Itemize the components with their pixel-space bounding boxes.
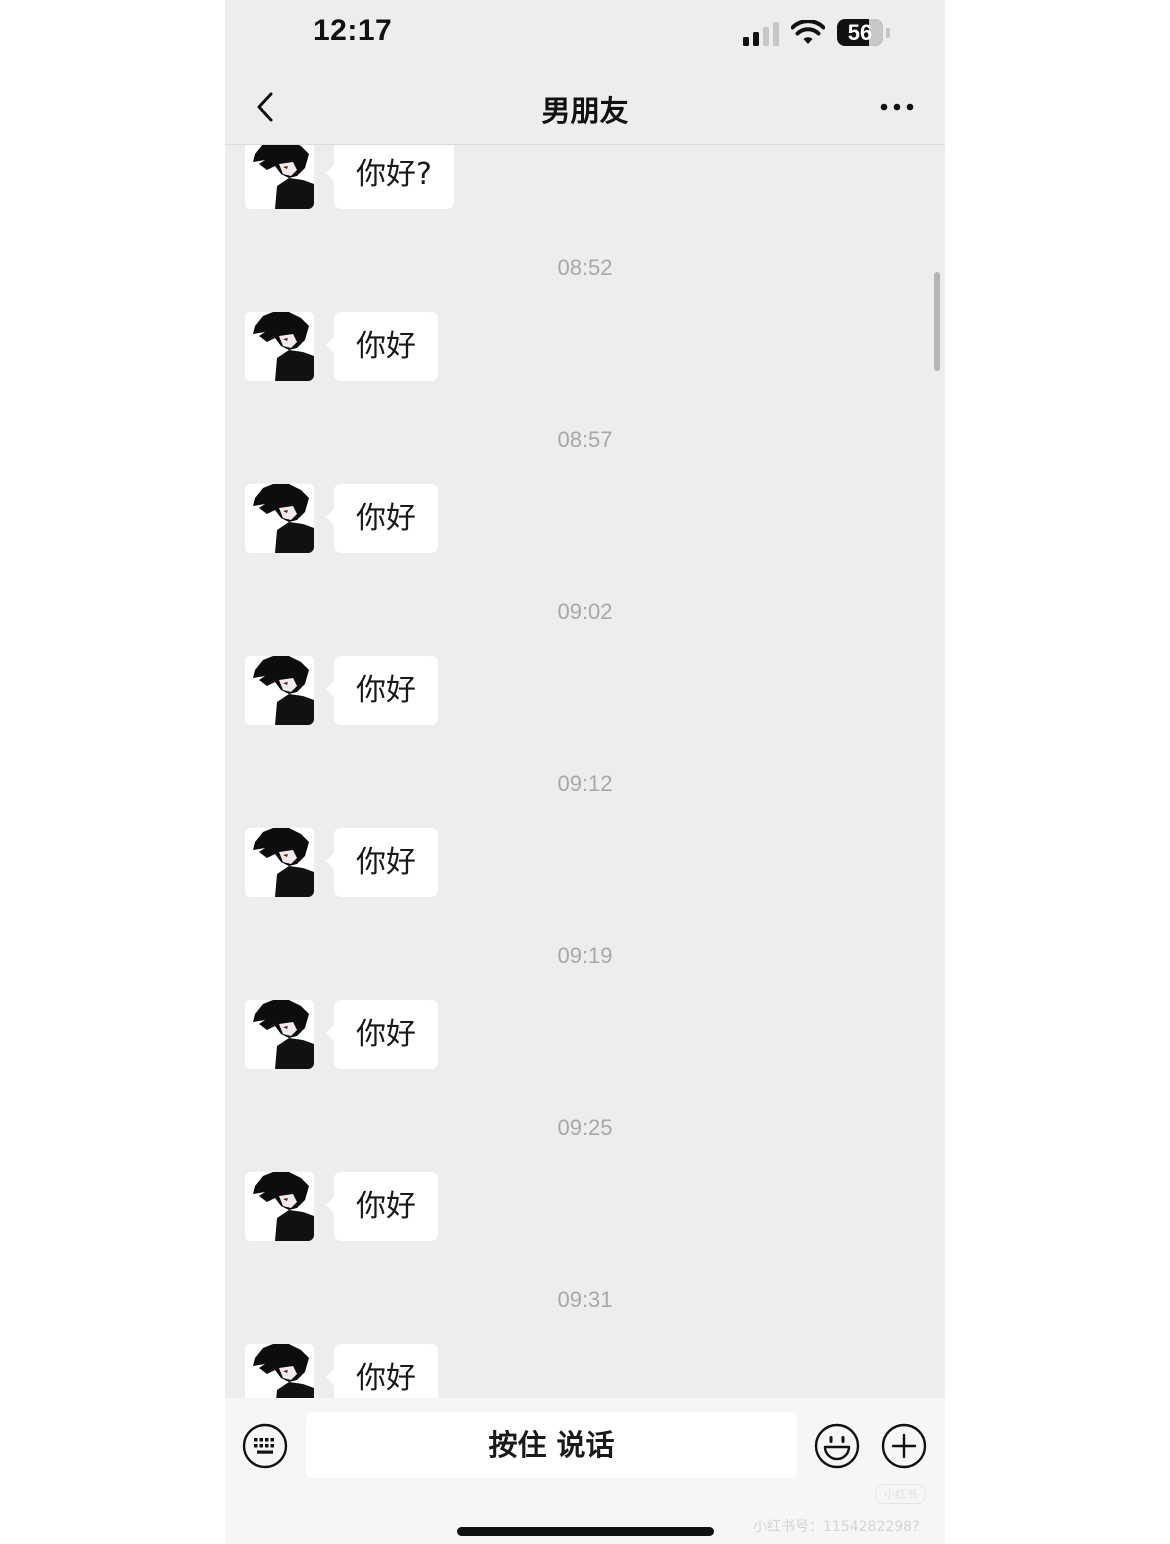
message-timestamp: 09:25 — [557, 1115, 613, 1140]
avatar[interactable] — [245, 484, 314, 553]
message-text: 你好 — [356, 1361, 416, 1396]
message-timestamp: 09:19 — [557, 943, 613, 968]
message-text: 你好 — [356, 673, 416, 708]
hold-to-talk-button[interactable]: 按住 说话 — [306, 1412, 797, 1478]
avatar[interactable] — [245, 1344, 314, 1398]
avatar[interactable] — [245, 828, 314, 897]
keyboard-icon[interactable] — [242, 1423, 288, 1469]
message-bubble[interactable]: 你好 — [326, 1000, 438, 1069]
chat-title: 男朋友 — [541, 94, 629, 128]
phone-screen: 12:17 56 男朋友 你好? 08:52 你好 08:57 你好 09:02… — [225, 0, 945, 1544]
message-timestamp: 09:12 — [557, 771, 613, 796]
message-timestamp: 08:57 — [557, 427, 613, 452]
message-bubble[interactable]: 你好 — [326, 1344, 438, 1398]
battery-level: 56 — [847, 20, 873, 45]
message-bubble[interactable]: 你好 — [326, 484, 438, 553]
chat-scrollbar[interactable] — [934, 272, 940, 371]
message-bubble[interactable]: 你好 — [326, 312, 438, 381]
message-text: 你好 — [356, 1189, 416, 1224]
emoji-icon[interactable] — [814, 1423, 860, 1469]
watermark: 小红书号：1154282298? — [753, 1519, 920, 1535]
avatar[interactable] — [245, 1000, 314, 1069]
input-bar: 按住 说话 小红书 小红书号：1154282298? — [225, 1398, 945, 1544]
home-indicator[interactable] — [457, 1527, 714, 1536]
chat-area[interactable]: 你好? 08:52 你好 08:57 你好 09:02 你好 09:12 你好 — [225, 145, 945, 1398]
watermark-logo: 小红书 — [875, 1484, 926, 1504]
battery-cap — [886, 28, 890, 38]
status-bar: 12:17 56 — [225, 0, 945, 70]
message-bubble[interactable]: 你好 — [326, 656, 438, 725]
message-text: 你好 — [356, 1017, 416, 1052]
avatar[interactable] — [245, 145, 314, 209]
message-text: 你好 — [356, 501, 416, 536]
message-timestamp: 09:02 — [557, 599, 613, 624]
wifi-icon — [791, 20, 825, 44]
plus-icon[interactable] — [881, 1423, 927, 1469]
message-timestamp: 09:31 — [557, 1287, 613, 1312]
nav-bar: 男朋友 — [225, 70, 945, 145]
message-timestamp: 08:52 — [557, 255, 613, 280]
battery-icon: 56 — [837, 19, 883, 46]
message-text: 你好 — [356, 329, 416, 364]
avatar[interactable] — [245, 312, 314, 381]
message-bubble[interactable]: 你好 — [326, 828, 438, 897]
more-dots-icon[interactable] — [877, 92, 917, 122]
message-bubble[interactable]: 你好? — [326, 145, 454, 209]
avatar[interactable] — [245, 1172, 314, 1241]
message-text: 你好 — [356, 845, 416, 880]
status-time: 12:17 — [313, 14, 393, 47]
avatar[interactable] — [245, 656, 314, 725]
cellular-signal-icon — [743, 22, 781, 46]
message-text: 你好? — [356, 157, 432, 192]
message-bubble[interactable]: 你好 — [326, 1172, 438, 1241]
